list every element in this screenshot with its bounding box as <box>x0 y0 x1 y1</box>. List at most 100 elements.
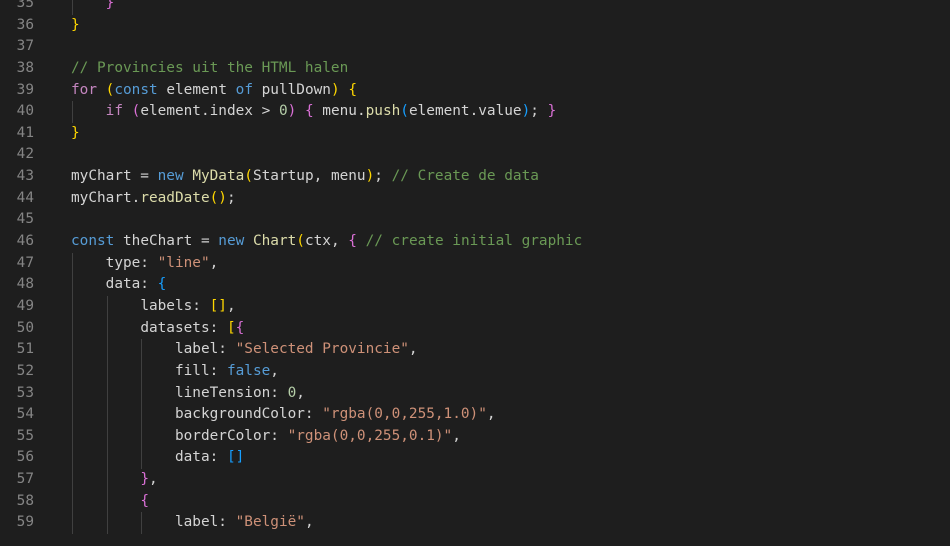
line-code: }, <box>71 469 158 491</box>
line-number: 43 <box>16 168 34 185</box>
line-code: const theChart = new Chart(ctx, { // cre… <box>71 231 582 253</box>
code-editor[interactable]: 35 } 36} 37 38// Provincies uit the HTML ha… <box>0 0 950 546</box>
code-line[interactable]: 49 labels: [], <box>0 295 950 318</box>
code-token: labels: <box>140 297 210 314</box>
line-number: 47 <box>16 254 34 271</box>
code-line[interactable]: 42 <box>0 144 950 166</box>
code-token: { <box>140 492 149 509</box>
code-token: , <box>408 341 418 358</box>
code-lines: 35 } 36} 37 38// Provincies uit the HTML ha… <box>0 0 950 535</box>
line-number: 35 <box>16 0 34 11</box>
line-number: 49 <box>16 297 34 314</box>
code-token: } <box>71 124 80 141</box>
code-token: myChart = <box>71 168 158 185</box>
code-token: if <box>105 103 123 120</box>
code-line[interactable]: 51 label: "Selected Provincie", <box>0 339 950 361</box>
code-line[interactable]: 37 <box>0 36 950 58</box>
code-token: { <box>304 103 314 120</box>
code-line[interactable]: 50 datasets: [{ <box>0 317 950 340</box>
code-token: 0 <box>278 103 288 120</box>
code-line[interactable]: 54 backgroundColor: "rgba(0,0,255,1.0)", <box>0 404 950 426</box>
code-line[interactable]: 35 } <box>0 0 950 15</box>
code-token: [ <box>209 297 219 314</box>
line-number: 59 <box>16 514 34 531</box>
code-line[interactable]: 53 lineTension: 0, <box>0 382 950 405</box>
line-number: 52 <box>16 362 34 379</box>
code-token: , <box>452 427 461 444</box>
code-token: } <box>105 0 115 11</box>
line-number: 44 <box>16 189 34 206</box>
line-code: } <box>71 123 80 145</box>
code-line[interactable]: 44 myChart.readDate(); <box>0 188 950 210</box>
code-token: for <box>71 81 97 98</box>
code-token: label: <box>174 341 236 358</box>
line-code: myChart.readDate(); <box>71 188 236 210</box>
code-line[interactable]: 40 if (element.index > 0) { menu.push(el… <box>0 101 950 123</box>
code-token: borderColor: <box>174 427 288 444</box>
code-token: ] <box>235 449 245 466</box>
code-token: ] <box>218 297 227 314</box>
code-token: ( <box>296 233 305 250</box>
code-token: // Create de data <box>391 168 539 185</box>
code-line[interactable]: 41} <box>0 123 950 145</box>
code-token: type: <box>105 254 158 271</box>
line-number: 57 <box>16 471 34 488</box>
code-token: ) <box>365 168 375 185</box>
line-number: 50 <box>16 319 34 336</box>
line-code: for (const element of pullDown) { <box>71 80 357 102</box>
line-code: borderColor: "rgba(0,0,255,0.1)", <box>71 426 461 448</box>
code-token: backgroundColor: <box>174 406 323 423</box>
code-token: , <box>148 471 158 488</box>
code-line[interactable]: 56 data: [] <box>0 447 950 470</box>
line-code: backgroundColor: "rgba(0,0,255,1.0)", <box>71 404 496 426</box>
code-line[interactable]: 43 myChart = new MyData(Startup, menu); /… <box>0 166 950 188</box>
code-line[interactable]: 48 data: { <box>0 274 950 296</box>
code-line[interactable]: 52 fill: false, <box>0 360 950 383</box>
code-token: { <box>348 233 357 250</box>
code-line[interactable]: 39 for (const element of pullDown) { <box>0 80 950 102</box>
code-token: menu. <box>313 103 366 120</box>
code-token: push <box>365 103 401 120</box>
line-number: 46 <box>16 233 34 250</box>
code-token: const <box>71 233 115 250</box>
line-number: 39 <box>16 81 34 98</box>
code-line[interactable]: 47 type: "line", <box>0 252 950 275</box>
code-line[interactable]: 46 const theChart = new Chart(ctx, { // c… <box>0 231 950 253</box>
code-token: label: <box>174 514 236 531</box>
line-code: myChart = new MyData(Startup, menu); // … <box>71 166 539 188</box>
code-token: ) <box>218 189 227 206</box>
code-token: , <box>226 297 236 314</box>
code-token: false <box>226 362 271 379</box>
code-token: "Selected Provincie" <box>235 341 409 358</box>
code-line[interactable]: 57 }, <box>0 469 950 491</box>
line-code: lineTension: 0, <box>71 383 305 405</box>
code-line[interactable]: 58 { <box>0 490 950 513</box>
code-token: data: <box>174 449 227 466</box>
code-token: } <box>140 471 149 488</box>
code-line[interactable]: 38 // Provincies uit the HTML halen <box>0 58 950 80</box>
code-token: new <box>218 233 245 250</box>
line-code: label: "Selected Provincie", <box>71 339 418 361</box>
code-token: ( <box>244 168 253 185</box>
code-line[interactable]: 59 label: "België", <box>0 512 950 535</box>
code-line[interactable]: 36} <box>0 15 950 37</box>
line-code: data: [] <box>71 447 244 469</box>
code-line[interactable]: 45 <box>0 209 950 231</box>
code-token: element <box>157 81 236 98</box>
code-line[interactable]: 55 borderColor: "rgba(0,0,255,0.1)", <box>0 425 950 448</box>
